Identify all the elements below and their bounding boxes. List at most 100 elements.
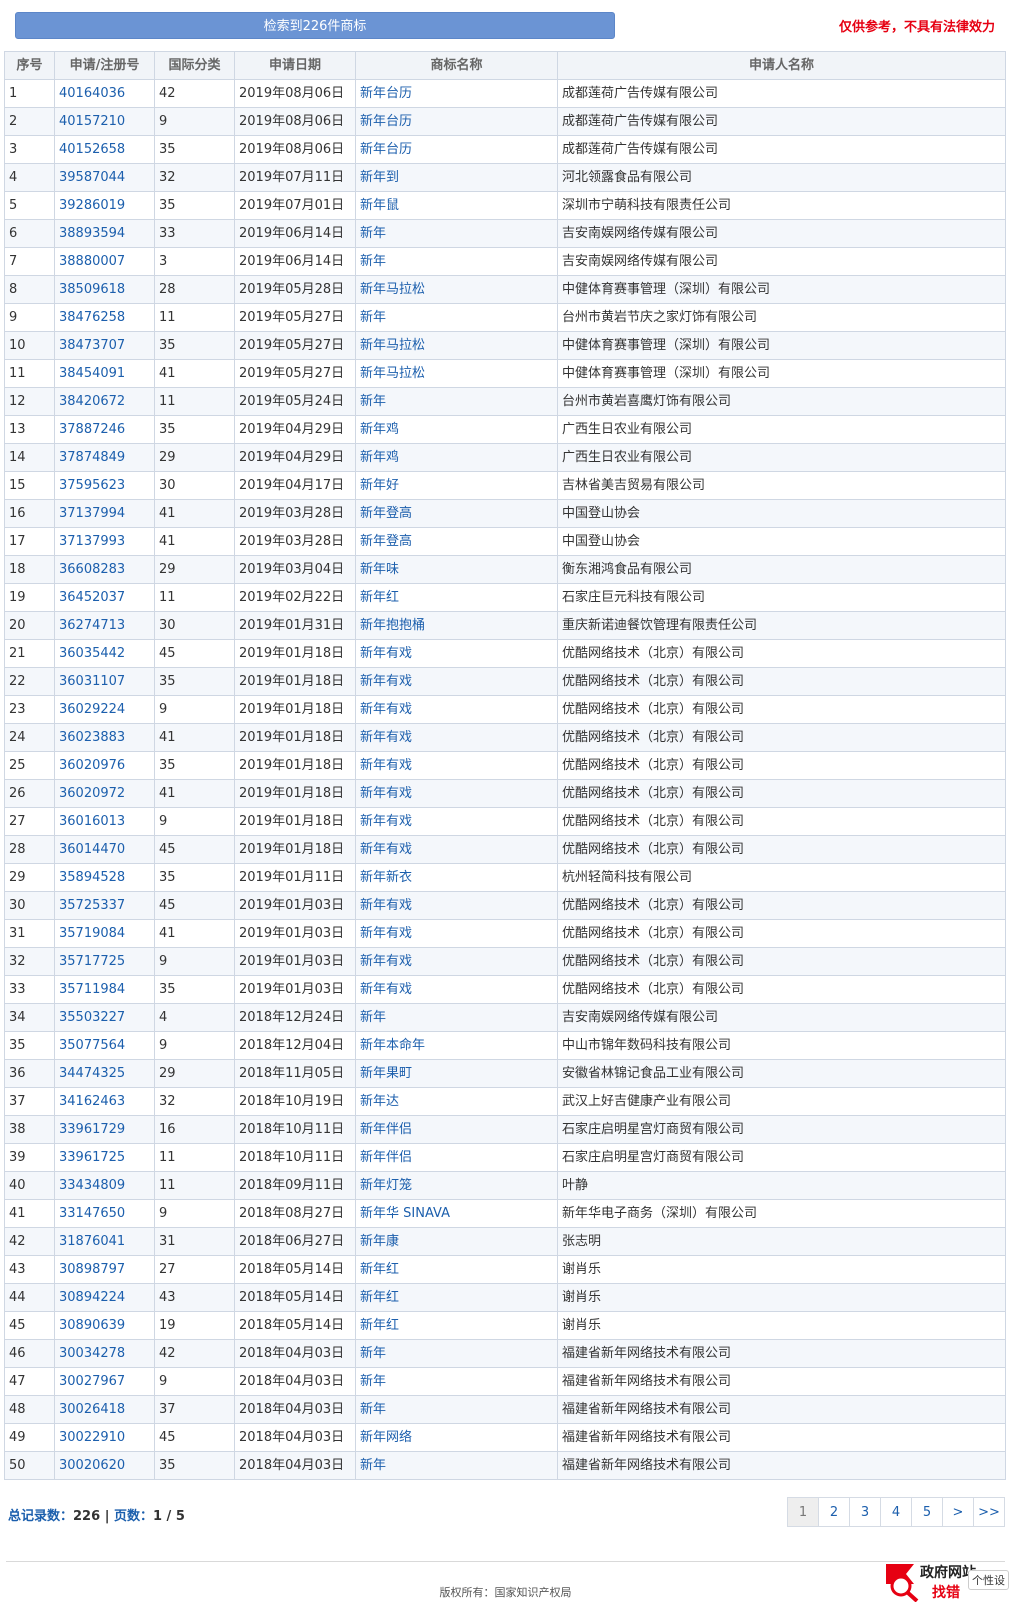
reg-number-link[interactable]: 35503227 bbox=[54, 1003, 155, 1032]
trademark-name-link[interactable]: 新年台历 bbox=[355, 79, 558, 108]
trademark-name-link[interactable]: 新年红 bbox=[355, 583, 558, 612]
trademark-name-link[interactable]: 新年有戏 bbox=[355, 723, 558, 752]
reg-number-link[interactable]: 34162463 bbox=[54, 1087, 155, 1116]
reg-number-link[interactable]: 33961729 bbox=[54, 1115, 155, 1144]
reg-number-link[interactable]: 38473707 bbox=[54, 331, 155, 360]
trademark-name-link[interactable]: 新年登高 bbox=[355, 499, 558, 528]
reg-number-link[interactable]: 37595623 bbox=[54, 471, 155, 500]
trademark-name-link[interactable]: 新年有戏 bbox=[355, 751, 558, 780]
reg-number-link[interactable]: 38509618 bbox=[54, 275, 155, 304]
reg-number-link[interactable]: 30034278 bbox=[54, 1339, 155, 1368]
trademark-name-link[interactable]: 新年登高 bbox=[355, 527, 558, 556]
reg-number-link[interactable]: 33961725 bbox=[54, 1143, 155, 1172]
reg-number-link[interactable]: 36029224 bbox=[54, 695, 155, 724]
reg-number-link[interactable]: 39587044 bbox=[54, 163, 155, 192]
trademark-name-link[interactable]: 新年有戏 bbox=[355, 947, 558, 976]
trademark-name-link[interactable]: 新年有戏 bbox=[355, 891, 558, 920]
trademark-name-link[interactable]: 新年鸡 bbox=[355, 443, 558, 472]
reg-number-link[interactable]: 36274713 bbox=[54, 611, 155, 640]
trademark-name-link[interactable]: 新年 bbox=[355, 1003, 558, 1032]
result-count-button[interactable]: 检索到226件商标 bbox=[15, 12, 615, 39]
trademark-name-link[interactable]: 新年 bbox=[355, 219, 558, 248]
page-5-button[interactable]: 5 bbox=[911, 1497, 943, 1527]
trademark-name-link[interactable]: 新年马拉松 bbox=[355, 331, 558, 360]
reg-number-link[interactable]: 35719084 bbox=[54, 919, 155, 948]
reg-number-link[interactable]: 36035442 bbox=[54, 639, 155, 668]
reg-number-link[interactable]: 40164036 bbox=[54, 79, 155, 108]
trademark-name-link[interactable]: 新年灯笼 bbox=[355, 1171, 558, 1200]
reg-number-link[interactable]: 30890639 bbox=[54, 1311, 155, 1340]
trademark-name-link[interactable]: 新年到 bbox=[355, 163, 558, 192]
page-1-button[interactable]: 1 bbox=[787, 1497, 819, 1527]
reg-number-link[interactable]: 33434809 bbox=[54, 1171, 155, 1200]
trademark-name-link[interactable]: 新年红 bbox=[355, 1311, 558, 1340]
trademark-name-link[interactable]: 新年达 bbox=[355, 1087, 558, 1116]
page-3-button[interactable]: 3 bbox=[849, 1497, 881, 1527]
reg-number-link[interactable]: 40157210 bbox=[54, 107, 155, 136]
reg-number-link[interactable]: 30027967 bbox=[54, 1367, 155, 1396]
reg-number-link[interactable]: 30026418 bbox=[54, 1395, 155, 1424]
reg-number-link[interactable]: 37137993 bbox=[54, 527, 155, 556]
reg-number-link[interactable]: 36016013 bbox=[54, 807, 155, 836]
trademark-name-link[interactable]: 新年有戏 bbox=[355, 639, 558, 668]
trademark-name-link[interactable]: 新年有戏 bbox=[355, 779, 558, 808]
reg-number-link[interactable]: 36452037 bbox=[54, 583, 155, 612]
trademark-name-link[interactable]: 新年红 bbox=[355, 1255, 558, 1284]
trademark-name-link[interactable]: 新年网络 bbox=[355, 1423, 558, 1452]
next-page-button[interactable]: > bbox=[942, 1497, 974, 1527]
trademark-name-link[interactable]: 新年马拉松 bbox=[355, 275, 558, 304]
reg-number-link[interactable]: 30022910 bbox=[54, 1423, 155, 1452]
reg-number-link[interactable]: 35894528 bbox=[54, 863, 155, 892]
trademark-name-link[interactable]: 新年 bbox=[355, 387, 558, 416]
reg-number-link[interactable]: 36031107 bbox=[54, 667, 155, 696]
trademark-name-link[interactable]: 新年本命年 bbox=[355, 1031, 558, 1060]
reg-number-link[interactable]: 36020976 bbox=[54, 751, 155, 780]
trademark-name-link[interactable]: 新年 bbox=[355, 1339, 558, 1368]
reg-number-link[interactable]: 37137994 bbox=[54, 499, 155, 528]
trademark-name-link[interactable]: 新年 bbox=[355, 247, 558, 276]
reg-number-link[interactable]: 30020620 bbox=[54, 1451, 155, 1480]
trademark-name-link[interactable]: 新年 bbox=[355, 303, 558, 332]
page-2-button[interactable]: 2 bbox=[818, 1497, 850, 1527]
reg-number-link[interactable]: 38880007 bbox=[54, 247, 155, 276]
trademark-name-link[interactable]: 新年台历 bbox=[355, 107, 558, 136]
trademark-name-link[interactable]: 新年有戏 bbox=[355, 695, 558, 724]
reg-number-link[interactable]: 33147650 bbox=[54, 1199, 155, 1228]
trademark-name-link[interactable]: 新年新衣 bbox=[355, 863, 558, 892]
trademark-name-link[interactable]: 新年有戏 bbox=[355, 835, 558, 864]
trademark-name-link[interactable]: 新年 bbox=[355, 1367, 558, 1396]
trademark-name-link[interactable]: 新年台历 bbox=[355, 135, 558, 164]
reg-number-link[interactable]: 36608283 bbox=[54, 555, 155, 584]
trademark-name-link[interactable]: 新年抱抱桶 bbox=[355, 611, 558, 640]
reg-number-link[interactable]: 40152658 bbox=[54, 135, 155, 164]
trademark-name-link[interactable]: 新年有戏 bbox=[355, 975, 558, 1004]
trademark-name-link[interactable]: 新年 bbox=[355, 1395, 558, 1424]
trademark-name-link[interactable]: 新年有戏 bbox=[355, 919, 558, 948]
trademark-name-link[interactable]: 新年有戏 bbox=[355, 807, 558, 836]
reg-number-link[interactable]: 30894224 bbox=[54, 1283, 155, 1312]
reg-number-link[interactable]: 39286019 bbox=[54, 191, 155, 220]
trademark-name-link[interactable]: 新年鸡 bbox=[355, 415, 558, 444]
trademark-name-link[interactable]: 新年有戏 bbox=[355, 667, 558, 696]
trademark-name-link[interactable]: 新年味 bbox=[355, 555, 558, 584]
reg-number-link[interactable]: 30898797 bbox=[54, 1255, 155, 1284]
reg-number-link[interactable]: 35077564 bbox=[54, 1031, 155, 1060]
reg-number-link[interactable]: 36023883 bbox=[54, 723, 155, 752]
reg-number-link[interactable]: 38476258 bbox=[54, 303, 155, 332]
trademark-name-link[interactable]: 新年鼠 bbox=[355, 191, 558, 220]
gov-site-error-report-widget[interactable]: 政府网站 找错 个性设 bbox=[884, 1560, 1011, 1606]
trademark-name-link[interactable]: 新年红 bbox=[355, 1283, 558, 1312]
reg-number-link[interactable]: 34474325 bbox=[54, 1059, 155, 1088]
reg-number-link[interactable]: 35711984 bbox=[54, 975, 155, 1004]
trademark-name-link[interactable]: 新年好 bbox=[355, 471, 558, 500]
trademark-name-link[interactable]: 新年华 SINAVA bbox=[355, 1199, 558, 1228]
reg-number-link[interactable]: 35725337 bbox=[54, 891, 155, 920]
trademark-name-link[interactable]: 新年果町 bbox=[355, 1059, 558, 1088]
reg-number-link[interactable]: 36014470 bbox=[54, 835, 155, 864]
trademark-name-link[interactable]: 新年伴侣 bbox=[355, 1143, 558, 1172]
trademark-name-link[interactable]: 新年康 bbox=[355, 1227, 558, 1256]
reg-number-link[interactable]: 37887246 bbox=[54, 415, 155, 444]
reg-number-link[interactable]: 37874849 bbox=[54, 443, 155, 472]
reg-number-link[interactable]: 38454091 bbox=[54, 359, 155, 388]
page-4-button[interactable]: 4 bbox=[880, 1497, 912, 1527]
